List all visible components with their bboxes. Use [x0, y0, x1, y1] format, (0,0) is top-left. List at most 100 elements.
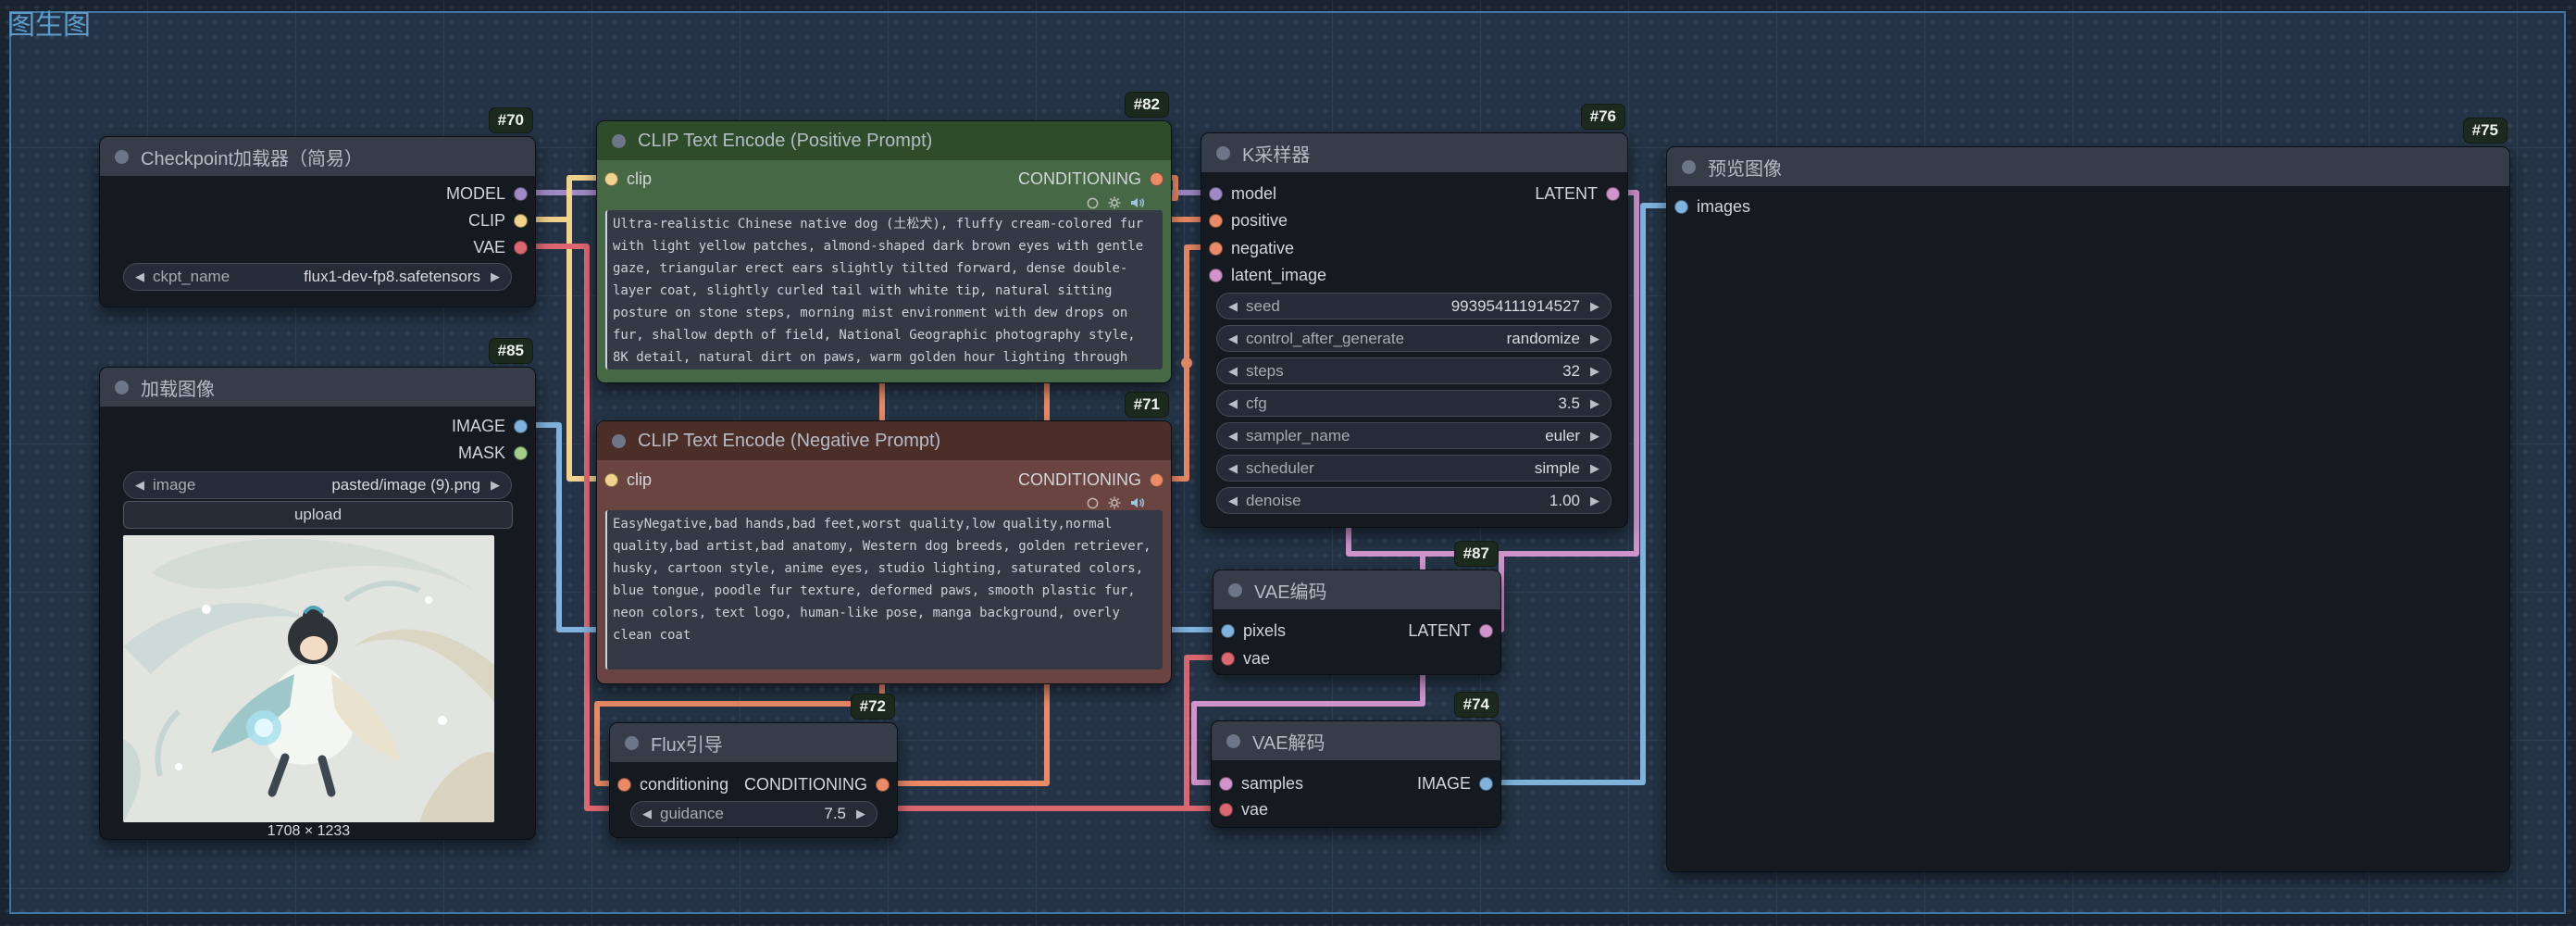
input-slot-conditioning[interactable]: conditioning	[617, 775, 728, 794]
slot-dot-latent	[1209, 269, 1223, 282]
steps-widget[interactable]: ◀steps32▶	[1216, 357, 1612, 384]
collapse-dot-icon[interactable]	[1228, 583, 1242, 597]
slot-dot-vae	[514, 241, 528, 255]
slot-dot-conditioning	[1209, 214, 1223, 228]
guidance-widget[interactable]: ◀ guidance 7.5 ▶	[630, 801, 877, 827]
node-header[interactable]: 加载图像	[100, 368, 535, 407]
node-graph-canvas[interactable]: 图生图 #70 Checkpoint加载器（简易） MODEL CLIP VAE	[0, 0, 2576, 926]
prev-arrow-icon[interactable]: ◀	[135, 269, 144, 284]
collapse-dot-icon[interactable]	[1216, 146, 1230, 160]
output-slot-model[interactable]: MODEL	[446, 184, 528, 203]
cfg-widget[interactable]: ◀cfg3.5▶	[1216, 390, 1612, 417]
prev-arrow-icon[interactable]: ◀	[1228, 429, 1238, 444]
negative-prompt-textarea[interactable]: EasyNegative,bad hands,bad feet,worst qu…	[605, 510, 1163, 669]
input-slot-negative[interactable]: negative	[1209, 239, 1294, 257]
input-slot-clip[interactable]: clip	[604, 169, 652, 188]
input-slot-images[interactable]: images	[1674, 197, 1750, 216]
next-arrow-icon[interactable]: ▶	[856, 807, 865, 821]
prev-arrow-icon[interactable]: ◀	[1228, 461, 1238, 476]
collapse-dot-icon[interactable]	[115, 381, 129, 394]
node-header[interactable]: CLIP Text Encode (Negative Prompt)	[597, 421, 1171, 460]
prev-arrow-icon[interactable]: ◀	[135, 478, 144, 493]
ckpt-name-widget[interactable]: ◀ ckpt_name flux1-dev-fp8.safetensors ▶	[123, 263, 512, 291]
next-arrow-icon[interactable]: ▶	[1590, 299, 1599, 314]
output-slot-conditioning[interactable]: CONDITIONING	[744, 775, 890, 794]
input-slot-clip[interactable]: clip	[604, 470, 652, 489]
circle-toggle-icon[interactable]	[1086, 196, 1100, 210]
input-slot-positive[interactable]: positive	[1209, 211, 1288, 230]
input-slot-vae[interactable]: vae	[1219, 800, 1268, 819]
collapse-dot-icon[interactable]	[115, 150, 129, 164]
output-slot-latent[interactable]: LATENT	[1408, 621, 1493, 640]
output-slot-clip[interactable]: CLIP	[468, 211, 528, 230]
gear-icon[interactable]	[1107, 495, 1122, 510]
node-header[interactable]: K采样器	[1201, 133, 1627, 172]
node-clip-text-encode-positive[interactable]: #82 CLIP Text Encode (Positive Prompt) c…	[596, 120, 1172, 383]
collapse-dot-icon[interactable]	[1682, 160, 1696, 174]
node-header[interactable]: Flux引导	[610, 723, 897, 762]
input-slot-vae[interactable]: vae	[1221, 649, 1270, 668]
prev-arrow-icon[interactable]: ◀	[1228, 332, 1238, 346]
image-size-caption: 1708 × 1233	[123, 823, 494, 840]
output-slot-conditioning[interactable]: CONDITIONING	[1018, 470, 1164, 489]
node-id-badge: #74	[1454, 692, 1499, 718]
output-slot-image[interactable]: IMAGE	[452, 417, 528, 435]
collapse-dot-icon[interactable]	[625, 736, 639, 750]
next-arrow-icon[interactable]: ▶	[1590, 364, 1599, 379]
node-checkpoint-loader[interactable]: #70 Checkpoint加载器（简易） MODEL CLIP VAE ◀ c…	[99, 136, 536, 307]
input-slot-model[interactable]: model	[1209, 184, 1276, 203]
node-header[interactable]: CLIP Text Encode (Positive Prompt)	[597, 121, 1171, 160]
next-arrow-icon[interactable]: ▶	[491, 478, 500, 493]
input-slot-samples[interactable]: samples	[1219, 774, 1303, 793]
gear-icon[interactable]	[1107, 195, 1122, 210]
prev-arrow-icon[interactable]: ◀	[1228, 299, 1238, 314]
upload-button[interactable]: upload	[123, 501, 513, 529]
sampler-name-widget[interactable]: ◀sampler_nameeuler▶	[1216, 422, 1612, 449]
prev-arrow-icon[interactable]: ◀	[1228, 396, 1238, 411]
image-file-widget[interactable]: ◀ image pasted/image (9).png ▶	[123, 471, 512, 499]
next-arrow-icon[interactable]: ▶	[1590, 332, 1599, 346]
speaker-icon[interactable]	[1129, 195, 1145, 210]
prev-arrow-icon[interactable]: ◀	[1228, 364, 1238, 379]
output-slot-image[interactable]: IMAGE	[1417, 774, 1493, 793]
input-slot-pixels[interactable]: pixels	[1221, 621, 1286, 640]
control-after-generate-widget[interactable]: ◀control_after_generaterandomize▶	[1216, 325, 1612, 352]
node-preview-image[interactable]: #75 预览图像 images	[1666, 146, 2510, 872]
output-slot-conditioning[interactable]: CONDITIONING	[1018, 169, 1164, 188]
node-header[interactable]: VAE解码	[1212, 721, 1500, 760]
next-arrow-icon[interactable]: ▶	[1590, 396, 1599, 411]
next-arrow-icon[interactable]: ▶	[491, 269, 500, 284]
node-header[interactable]: VAE编码	[1213, 570, 1500, 609]
output-slot-vae[interactable]: VAE	[473, 238, 528, 257]
node-header[interactable]: Checkpoint加载器（简易）	[100, 137, 535, 176]
textarea-toolbar[interactable]	[1086, 195, 1145, 210]
circle-toggle-icon[interactable]	[1086, 496, 1100, 510]
node-flux-guidance[interactable]: #72 Flux引导 conditioning CONDITIONING ◀ g…	[609, 722, 898, 838]
node-ksampler[interactable]: #76 K采样器 model positive negative latent_…	[1201, 132, 1628, 528]
node-load-image[interactable]: #85 加载图像 IMAGE MASK ◀ image pasted/image…	[99, 367, 536, 840]
next-arrow-icon[interactable]: ▶	[1590, 494, 1599, 508]
node-clip-text-encode-negative[interactable]: #71 CLIP Text Encode (Negative Prompt) c…	[596, 420, 1172, 684]
input-slot-latent-image[interactable]: latent_image	[1209, 266, 1326, 284]
collapse-dot-icon[interactable]	[612, 434, 626, 448]
seed-widget[interactable]: ◀seed993954111914527▶	[1216, 293, 1612, 319]
output-slot-mask[interactable]: MASK	[458, 444, 528, 462]
collapse-dot-icon[interactable]	[612, 134, 626, 148]
collapse-dot-icon[interactable]	[1226, 734, 1240, 748]
scheduler-widget[interactable]: ◀schedulersimple▶	[1216, 455, 1612, 482]
prev-arrow-icon[interactable]: ◀	[1228, 494, 1238, 508]
node-vae-decode[interactable]: #74 VAE解码 samples vae IMAGE	[1211, 720, 1501, 828]
image-preview	[123, 535, 494, 822]
prev-arrow-icon[interactable]: ◀	[642, 807, 652, 821]
node-header[interactable]: 预览图像	[1667, 147, 2509, 186]
slot-dot-image	[514, 419, 528, 433]
node-vae-encode[interactable]: #87 VAE编码 pixels vae LATENT	[1213, 569, 1501, 675]
positive-prompt-textarea[interactable]: Ultra-realistic Chinese native dog (土松犬)…	[605, 210, 1163, 369]
output-slot-latent[interactable]: LATENT	[1535, 184, 1620, 203]
speaker-icon[interactable]	[1129, 495, 1145, 510]
textarea-toolbar[interactable]	[1086, 495, 1145, 510]
next-arrow-icon[interactable]: ▶	[1590, 461, 1599, 476]
next-arrow-icon[interactable]: ▶	[1590, 429, 1599, 444]
slot-dot-clip	[604, 473, 618, 487]
denoise-widget[interactable]: ◀denoise1.00▶	[1216, 487, 1612, 514]
